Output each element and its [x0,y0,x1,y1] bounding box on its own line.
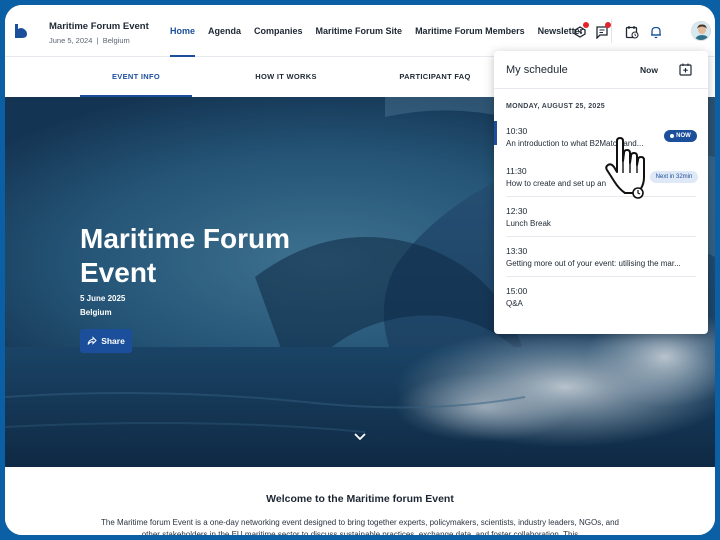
share-label: Share [101,336,125,346]
event-date: June 5, 2024 [49,36,93,45]
nav-home[interactable]: Home [170,5,196,57]
schedule-date-label: MONDAY, AUGUST 25, 2025 [506,103,605,110]
chevron-down-icon[interactable] [352,429,368,445]
schedule-item-time: 10:30 [506,126,528,136]
schedule-item-time: 13:30 [506,246,528,256]
now-badge: NOW [664,130,697,142]
welcome-section: Welcome to the Maritime forum Event The … [5,467,715,539]
event-title: Maritime Forum Event [49,21,149,32]
nav-companies[interactable]: Companies [254,5,303,57]
schedule-item-time: 12:30 [506,206,528,216]
schedule-item-time: 11:30 [506,166,527,176]
schedule-icon[interactable] [625,25,639,39]
app-frame: Maritime Forum Event June 5, 2024 | Belg… [0,0,720,540]
calendar-add-icon[interactable] [679,63,692,76]
welcome-text: The Maritime forum Event is a one-day ne… [100,518,620,539]
schedule-item-time: 15:00 [506,286,528,296]
avatar[interactable] [691,21,711,41]
tab-how-it-works[interactable]: HOW IT WORKS [230,57,342,97]
schedule-item[interactable]: 10:30 An introduction to what B2Match an… [494,117,708,157]
nav-maritime-forum-site[interactable]: Maritime Forum Site [316,5,403,57]
schedule-item-title: Q&A [506,299,523,308]
welcome-title: Welcome to the Maritime forum Event [266,493,454,505]
event-separator: | [94,36,101,45]
event-switcher[interactable]: Maritime Forum Event June 5, 2024 | Belg… [49,21,149,45]
share-button[interactable]: Share [80,329,132,353]
hero-title: Maritime Forum Event [80,223,291,288]
schedule-title: My schedule [506,64,568,76]
event-subtitle: June 5, 2024 | Belgium [49,36,149,45]
schedule-item[interactable]: 15:00 Q&A [494,277,708,317]
share-icon [87,336,97,345]
event-location: Belgium [102,36,130,45]
schedule-now-button[interactable]: Now [640,65,658,75]
bell-icon[interactable] [649,25,663,39]
tab-participant-faq[interactable]: PARTICIPANT FAQ [379,57,491,97]
nav-agenda[interactable]: Agenda [208,5,241,57]
chat-icon[interactable] [595,22,611,40]
header-divider [611,19,612,43]
hero-date: 5 June 2025 [80,294,126,303]
top-header: Maritime Forum Event June 5, 2024 | Belg… [5,5,715,57]
current-item-indicator [494,121,497,145]
schedule-item-title: Getting more out of your event: utilisin… [506,259,681,268]
now-badge-label: NOW [676,133,691,139]
live-dot [670,134,675,138]
logo-icon[interactable] [13,23,29,39]
schedule-item[interactable]: 12:30 Lunch Break [494,197,708,237]
schedule-item-title: Lunch Break [506,219,551,228]
ticket-icon[interactable] [573,22,589,39]
hero-location: Belgium [80,308,112,317]
main-nav: Home Agenda Companies Maritime Forum Sit… [170,5,596,57]
nav-maritime-forum-members[interactable]: Maritime Forum Members [415,5,525,57]
schedule-item[interactable]: 11:30 How to create and set up an Next i… [494,157,708,197]
tab-event-info[interactable]: EVENT INFO [80,57,192,97]
hand-pointer-cursor-icon [605,137,645,199]
schedule-item[interactable]: 13:30 Getting more out of your event: ut… [494,237,708,277]
my-schedule-panel: My schedule Now MONDAY, AUGUST 25, 2025 … [494,51,708,334]
ticket-notification-dot [583,22,589,28]
header-icons [565,5,715,57]
schedule-header: My schedule Now [494,51,708,89]
